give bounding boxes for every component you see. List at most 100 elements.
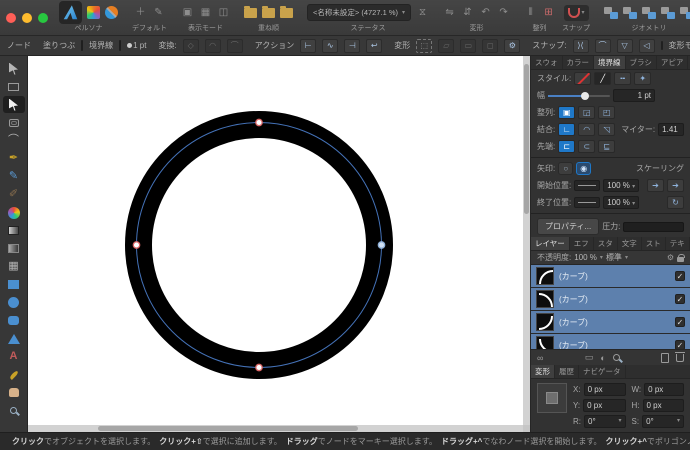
lock-icon[interactable] — [677, 257, 684, 262]
close-window-button[interactable] — [6, 13, 16, 23]
join-bevel-button[interactable]: ◹ — [598, 123, 615, 136]
node-tool[interactable] — [3, 96, 25, 113]
transform-disabled-button-2[interactable]: ▭ — [460, 39, 476, 53]
color-wheel-tool[interactable] — [3, 204, 25, 221]
style-dash-button[interactable]: ╍ — [614, 72, 631, 85]
rotate-ccw-icon[interactable]: ↶ — [479, 7, 492, 19]
rounded-rectangle-tool[interactable] — [3, 312, 25, 329]
boolean-divide-icon[interactable] — [680, 7, 690, 19]
alignment-icon[interactable]: ⫴ — [524, 7, 537, 19]
tab-colour[interactable]: カラー — [563, 56, 595, 69]
search-icon[interactable] — [613, 354, 620, 361]
tab-text[interactable]: テキ — [666, 237, 690, 250]
arrow-swap-back-button[interactable]: ➔ — [667, 179, 684, 192]
mask-layer-icon[interactable]: ▭ — [585, 352, 594, 363]
canvas[interactable] — [28, 56, 530, 432]
rotate-cw-icon[interactable]: ↷ — [497, 7, 510, 19]
node-right[interactable] — [378, 242, 384, 248]
document-title-dropdown[interactable]: <名称未設定> (4727.1 %) ▾ — [307, 4, 411, 21]
cap-square-button[interactable]: ⊑ — [598, 140, 615, 153]
arrow-start-scale-field[interactable]: 100 % ▾ — [603, 179, 639, 192]
transform-mode-box-icon[interactable]: ⬚ — [416, 39, 432, 53]
style-solid-button[interactable]: ╱ — [594, 72, 611, 85]
minimize-window-button[interactable] — [22, 13, 32, 23]
pen-tool[interactable]: ✒ — [3, 150, 25, 167]
arrow-swap-button[interactable]: ➔ — [647, 179, 664, 192]
tab-brushes[interactable]: ブラシ — [626, 56, 657, 69]
cap-round-button[interactable]: ⊂ — [578, 140, 595, 153]
stroke-swatch[interactable] — [119, 40, 121, 51]
align-inside-button[interactable]: ◲ — [578, 106, 595, 119]
vector-view-icon[interactable]: ▣ — [181, 7, 194, 19]
layer-visibility-checkbox[interactable]: ✓ — [675, 340, 685, 349]
tab-styles[interactable]: スタ — [594, 237, 618, 250]
new-layer-icon[interactable] — [661, 353, 669, 363]
horizontal-scrollbar[interactable] — [28, 425, 523, 432]
transform-disabled-button-1[interactable]: ▱ — [438, 39, 454, 53]
fill-swatch[interactable] — [81, 40, 83, 51]
designer-persona-icon[interactable] — [59, 1, 82, 24]
x-field[interactable]: 0 px — [584, 383, 626, 396]
corner-tool[interactable]: ⌒ — [3, 132, 25, 149]
tab-history[interactable]: 履歴 — [555, 365, 579, 378]
layer-row[interactable]: (カーブ) ✓ — [531, 288, 690, 311]
trash-icon[interactable] — [676, 354, 684, 362]
layer-row[interactable]: (カーブ) ✓ — [531, 265, 690, 288]
artboard-tool[interactable] — [3, 78, 25, 95]
flip-horizontal-icon[interactable]: ⇋ — [443, 7, 456, 19]
action-smooth-curve-button[interactable]: ∿ — [322, 39, 338, 53]
color-picker-tool[interactable] — [3, 366, 25, 383]
tab-stroke[interactable]: 境界線 — [594, 56, 626, 69]
snap-construct-button[interactable]: ◁ — [639, 39, 655, 53]
node-left[interactable] — [133, 242, 139, 248]
snap-curve-button[interactable]: ⌒ — [595, 39, 611, 53]
arrow-start-button[interactable]: ○ — [558, 162, 573, 175]
ellipse-tool[interactable] — [3, 294, 25, 311]
style-brush-button[interactable]: ✦ — [634, 72, 651, 85]
split-view-icon[interactable]: ◫ — [217, 7, 230, 19]
layer-row[interactable]: (カーブ) ✓ — [531, 311, 690, 334]
rectangle-tool[interactable] — [3, 276, 25, 293]
tab-stroke-2[interactable]: スト — [642, 237, 666, 250]
stroke-width-panel-slider[interactable] — [548, 95, 610, 97]
arrow-end-scale-field[interactable]: 100 % ▾ — [603, 196, 639, 209]
align-center-button[interactable]: ▣ — [558, 106, 575, 119]
layer-settings-gear-icon[interactable]: ⚙ — [667, 253, 674, 262]
transform-disabled-button-3[interactable]: ◻ — [482, 39, 498, 53]
vertical-scrollbar[interactable] — [523, 56, 530, 425]
layer-visibility-checkbox[interactable]: ✓ — [675, 294, 685, 304]
tab-swatches[interactable]: スウォ — [531, 56, 563, 69]
snap-align-button[interactable]: ▽ — [617, 39, 633, 53]
tab-appearance[interactable]: アピア — [657, 56, 689, 69]
export-persona-icon[interactable] — [105, 6, 118, 19]
vector-crop-tool[interactable]: ▦ — [3, 258, 25, 275]
node-bottom[interactable] — [256, 364, 262, 370]
w-field[interactable]: 0 px — [644, 383, 684, 396]
align-outside-button[interactable]: ◰ — [598, 106, 615, 119]
move-to-back-icon[interactable] — [280, 8, 293, 18]
tab-effects[interactable]: エフ — [570, 237, 594, 250]
arrow-start-preview-dropdown[interactable] — [574, 180, 600, 191]
brush-tool[interactable]: ✐ — [3, 186, 25, 203]
boolean-add-icon[interactable] — [604, 7, 618, 19]
h-field[interactable]: 0 px — [643, 399, 685, 412]
pixel-persona-icon[interactable] — [87, 6, 100, 19]
arrow-end-button[interactable]: ◉ — [576, 162, 591, 175]
blend-mode-dropdown[interactable]: 標準 — [606, 252, 622, 263]
stroke-width-field[interactable]: 1 pt — [613, 89, 655, 102]
action-break-curve-button[interactable]: ⊢ — [300, 39, 316, 53]
style-none-button[interactable] — [574, 72, 591, 85]
move-to-front-icon[interactable] — [244, 8, 257, 18]
action-reverse-curves-button[interactable]: ↩ — [366, 39, 382, 53]
pixel-view-icon[interactable]: ▦ — [199, 7, 212, 19]
convert-smooth-button[interactable]: ◠ — [205, 39, 221, 53]
layer-visibility-checkbox[interactable]: ✓ — [675, 317, 685, 327]
new-document-icon[interactable]: ＋ — [134, 7, 147, 19]
join-round-button[interactable]: ◠ — [578, 123, 595, 136]
transform-mode-checkbox[interactable] — [661, 41, 663, 50]
triangle-tool[interactable] — [3, 330, 25, 347]
view-tool[interactable] — [3, 384, 25, 401]
distribute-icon[interactable]: ⊞ — [542, 7, 555, 19]
zoom-tool[interactable] — [3, 402, 25, 419]
y-field[interactable]: 0 px — [583, 399, 625, 412]
